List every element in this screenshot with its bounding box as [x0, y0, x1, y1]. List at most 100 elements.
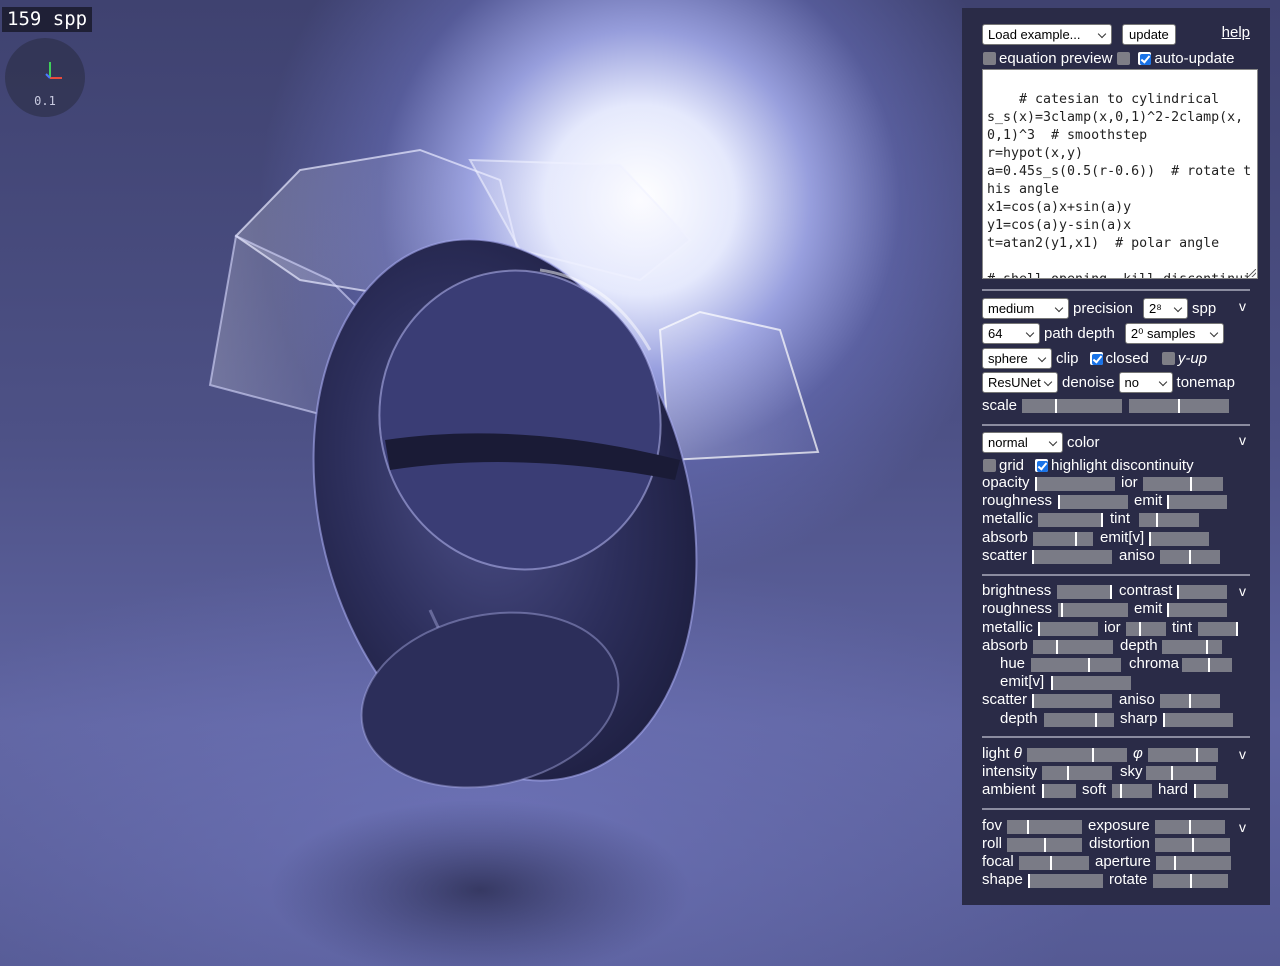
- camera-collapse-toggle[interactable]: v: [1239, 819, 1246, 835]
- distortion-slider[interactable]: [1155, 838, 1230, 852]
- slider-thumb[interactable]: [1156, 513, 1158, 527]
- scale-slider-a[interactable]: [1022, 399, 1122, 413]
- help-link[interactable]: help: [1222, 24, 1250, 41]
- precision-select[interactable]: medium: [982, 297, 1069, 319]
- slider-thumb[interactable]: [1178, 399, 1180, 413]
- slider-thumb[interactable]: [1167, 495, 1169, 509]
- lighting-collapse-toggle[interactable]: v: [1239, 746, 1246, 762]
- slider-thumb[interactable]: [1110, 585, 1112, 599]
- scale-slider-b[interactable]: [1129, 399, 1229, 413]
- slider-thumb[interactable]: [1167, 603, 1169, 617]
- hue-slider[interactable]: [1031, 658, 1121, 672]
- scatter-slider[interactable]: [1032, 550, 1112, 564]
- slider-thumb[interactable]: [1194, 784, 1196, 798]
- slider-thumb[interactable]: [1032, 550, 1034, 564]
- load-example-select[interactable]: Load example...: [982, 23, 1112, 45]
- closed-checkbox[interactable]: [1089, 351, 1103, 365]
- light-theta-slider[interactable]: [1027, 748, 1127, 762]
- samples-select[interactable]: 2⁰ samples: [1124, 322, 1224, 344]
- slider-thumb[interactable]: [1120, 784, 1122, 798]
- volume-ior-slider[interactable]: [1126, 622, 1166, 636]
- exposure-slider[interactable]: [1155, 820, 1225, 834]
- ambient-slider[interactable]: [1042, 784, 1076, 798]
- light-phi-slider[interactable]: [1148, 748, 1218, 762]
- slider-thumb[interactable]: [1050, 856, 1052, 870]
- auto-update-checkbox[interactable]: [1138, 51, 1152, 65]
- emit-v-slider[interactable]: [1149, 532, 1209, 546]
- slider-thumb[interactable]: [1051, 676, 1053, 690]
- tonemap-select[interactable]: no: [1118, 371, 1173, 393]
- slider-thumb[interactable]: [1149, 532, 1151, 546]
- slider-thumb[interactable]: [1192, 838, 1194, 852]
- aperture-slider[interactable]: [1156, 856, 1231, 870]
- slider-thumb[interactable]: [1177, 585, 1179, 599]
- brightness-slider[interactable]: [1057, 585, 1112, 599]
- color-select[interactable]: normal: [982, 431, 1063, 453]
- slider-thumb[interactable]: [1189, 550, 1191, 564]
- volume-metallic-slider[interactable]: [1038, 622, 1098, 636]
- slider-thumb[interactable]: [1163, 713, 1165, 727]
- emit-slider[interactable]: [1167, 495, 1227, 509]
- slider-thumb[interactable]: [1139, 622, 1141, 636]
- slider-thumb[interactable]: [1032, 694, 1034, 708]
- spp-select[interactable]: 2⁸: [1143, 297, 1189, 319]
- resize-handle-icon[interactable]: [1248, 269, 1256, 277]
- slider-thumb[interactable]: [1101, 513, 1103, 527]
- slider-thumb[interactable]: [1088, 658, 1090, 672]
- slider-thumb[interactable]: [1061, 603, 1063, 617]
- slider-thumb[interactable]: [1095, 713, 1097, 727]
- slider-thumb[interactable]: [1208, 658, 1210, 672]
- fov-slider[interactable]: [1007, 820, 1082, 834]
- volume-emit-slider[interactable]: [1167, 603, 1227, 617]
- hard-slider[interactable]: [1194, 784, 1228, 798]
- slider-thumb[interactable]: [1028, 874, 1030, 888]
- tint-slider[interactable]: [1139, 513, 1199, 527]
- equation-editor[interactable]: # catesian to cylindrical s_s(x)=3clamp(…: [982, 69, 1258, 279]
- path-depth-select[interactable]: 64: [982, 322, 1040, 344]
- axes-gizmo[interactable]: 0.1: [5, 38, 85, 117]
- opacity-slider[interactable]: [1035, 477, 1115, 491]
- clip-select[interactable]: sphere: [982, 347, 1052, 369]
- chroma-slider[interactable]: [1182, 658, 1232, 672]
- volume-emit-v-slider[interactable]: [1051, 676, 1131, 690]
- sharp-slider[interactable]: [1163, 713, 1233, 727]
- slider-thumb[interactable]: [1174, 856, 1176, 870]
- y-up-checkbox[interactable]: [1161, 351, 1175, 365]
- denoise-select[interactable]: ResUNet: [982, 371, 1058, 393]
- slider-thumb[interactable]: [1206, 640, 1208, 654]
- slider-thumb[interactable]: [1027, 820, 1029, 834]
- slider-thumb[interactable]: [1190, 477, 1192, 491]
- slider-thumb[interactable]: [1190, 874, 1192, 888]
- soft-slider[interactable]: [1112, 784, 1152, 798]
- slider-thumb[interactable]: [1056, 640, 1058, 654]
- slider-thumb[interactable]: [1092, 748, 1094, 762]
- slider-thumb[interactable]: [1189, 694, 1191, 708]
- absorb-slider[interactable]: [1033, 532, 1093, 546]
- grid-checkbox[interactable]: [983, 458, 996, 472]
- intensity-slider[interactable]: [1042, 766, 1112, 780]
- slider-thumb[interactable]: [1035, 477, 1037, 491]
- equation-preview-checkbox[interactable]: [983, 51, 996, 65]
- rotate-slider[interactable]: [1153, 874, 1228, 888]
- focal-slider[interactable]: [1019, 856, 1089, 870]
- slider-thumb[interactable]: [1038, 622, 1040, 636]
- volume-depth-slider[interactable]: [1162, 640, 1222, 654]
- slider-thumb[interactable]: [1058, 495, 1060, 509]
- slider-thumb[interactable]: [1067, 766, 1069, 780]
- volume-depth2-slider[interactable]: [1044, 713, 1114, 727]
- slider-thumb[interactable]: [1042, 784, 1044, 798]
- roughness-slider[interactable]: [1058, 495, 1128, 509]
- slider-thumb[interactable]: [1044, 838, 1046, 852]
- slider-thumb[interactable]: [1171, 766, 1173, 780]
- volume-absorb-slider[interactable]: [1033, 640, 1113, 654]
- blank-checkbox[interactable]: [1117, 51, 1131, 65]
- volume-collapse-toggle[interactable]: v: [1239, 583, 1246, 599]
- slider-thumb[interactable]: [1196, 748, 1198, 762]
- sky-slider[interactable]: [1146, 766, 1216, 780]
- ior-slider[interactable]: [1143, 477, 1223, 491]
- metallic-slider[interactable]: [1038, 513, 1103, 527]
- roll-slider[interactable]: [1007, 838, 1082, 852]
- volume-tint-slider[interactable]: [1198, 622, 1238, 636]
- slider-thumb[interactable]: [1055, 399, 1057, 413]
- shape-slider[interactable]: [1028, 874, 1103, 888]
